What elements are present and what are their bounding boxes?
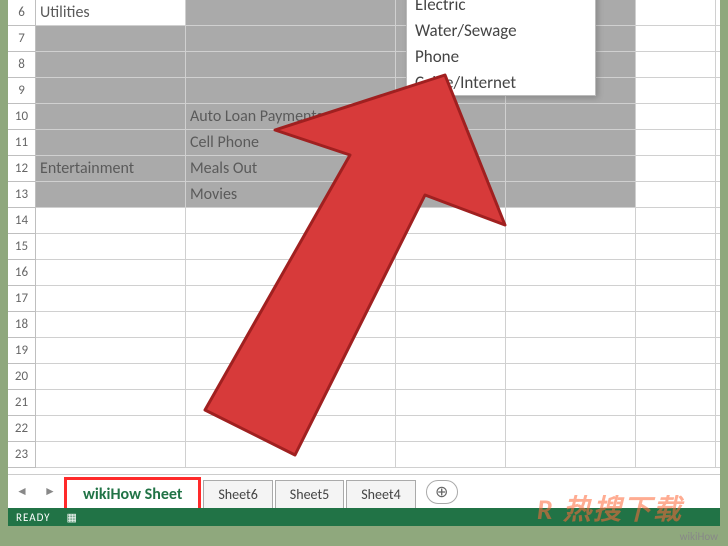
cell[interactable] [636, 52, 716, 77]
cell[interactable] [36, 78, 186, 103]
row-header[interactable]: 11 [8, 130, 36, 156]
status-text: READY [16, 511, 51, 524]
row-header[interactable]: 15 [8, 234, 36, 260]
cell[interactable] [636, 286, 716, 311]
row-header[interactable]: 8 [8, 52, 36, 78]
table-row [36, 26, 720, 52]
cell[interactable] [36, 52, 186, 77]
cell[interactable] [636, 234, 716, 259]
cell[interactable] [506, 442, 636, 467]
cell[interactable] [636, 78, 716, 103]
row-header[interactable]: 23 [8, 442, 36, 468]
cell[interactable] [506, 338, 636, 363]
cell[interactable] [636, 442, 716, 467]
cell[interactable] [36, 416, 186, 441]
popup-item: Electric [407, 0, 595, 17]
cell[interactable] [636, 130, 716, 155]
cell[interactable] [36, 234, 186, 259]
cell[interactable] [636, 390, 716, 415]
cell[interactable] [36, 182, 186, 207]
attribution-watermark: wikiHow [680, 530, 718, 543]
row-header[interactable]: 7 [8, 26, 36, 52]
cell[interactable] [36, 130, 186, 155]
cell[interactable] [36, 312, 186, 337]
row-header[interactable]: 21 [8, 390, 36, 416]
row-header[interactable]: 18 [8, 312, 36, 338]
cell[interactable] [506, 416, 636, 441]
cell[interactable] [506, 286, 636, 311]
row-header[interactable]: 14 [8, 208, 36, 234]
cell[interactable] [636, 260, 716, 285]
cell[interactable] [36, 364, 186, 389]
cell[interactable] [36, 338, 186, 363]
cell[interactable] [36, 26, 186, 51]
cell[interactable] [506, 156, 636, 181]
popup-item: Water/Sewage [407, 17, 595, 43]
cell[interactable]: Entertainment [36, 156, 186, 181]
cell[interactable] [506, 182, 636, 207]
cell[interactable] [506, 130, 636, 155]
cell[interactable] [636, 416, 716, 441]
cell[interactable]: Utilities [36, 0, 186, 25]
highlight-arrow [195, 65, 515, 485]
row-header[interactable]: 6 [8, 0, 36, 26]
cell[interactable] [36, 260, 186, 285]
table-row: Utilities [36, 0, 720, 26]
cell[interactable] [506, 390, 636, 415]
macro-record-icon[interactable]: ▦ [67, 511, 78, 524]
row-header[interactable]: 17 [8, 286, 36, 312]
cell[interactable] [36, 104, 186, 129]
row-header[interactable]: 22 [8, 416, 36, 442]
cell[interactable] [36, 286, 186, 311]
cell[interactable] [636, 104, 716, 129]
cell[interactable] [636, 156, 716, 181]
cell[interactable] [36, 442, 186, 467]
cell[interactable] [636, 0, 716, 25]
cell[interactable] [506, 104, 636, 129]
row-header[interactable]: 10 [8, 104, 36, 130]
cell[interactable] [506, 312, 636, 337]
row-header[interactable]: 16 [8, 260, 36, 286]
cell[interactable] [636, 312, 716, 337]
row-header[interactable]: 13 [8, 182, 36, 208]
row-header[interactable]: 12 [8, 156, 36, 182]
cell[interactable] [36, 390, 186, 415]
cell[interactable] [636, 26, 716, 51]
sheet-tab-active[interactable]: wikiHow Sheet [64, 477, 201, 508]
overlay-watermark: R 热搜下载 [537, 488, 683, 528]
row-header[interactable]: 20 [8, 364, 36, 390]
cell[interactable] [636, 182, 716, 207]
cell[interactable] [506, 364, 636, 389]
cell[interactable] [506, 260, 636, 285]
cell[interactable] [636, 364, 716, 389]
row-header[interactable]: 9 [8, 78, 36, 104]
cell[interactable] [636, 208, 716, 233]
cell[interactable] [186, 0, 396, 25]
cell[interactable] [186, 26, 396, 51]
row-header[interactable]: 19 [8, 338, 36, 364]
cell[interactable] [36, 208, 186, 233]
cell[interactable] [636, 338, 716, 363]
cell[interactable] [506, 208, 636, 233]
cell[interactable] [506, 234, 636, 259]
tab-nav-prev[interactable]: ◄ [8, 481, 36, 503]
tab-nav-next[interactable]: ► [36, 481, 64, 503]
